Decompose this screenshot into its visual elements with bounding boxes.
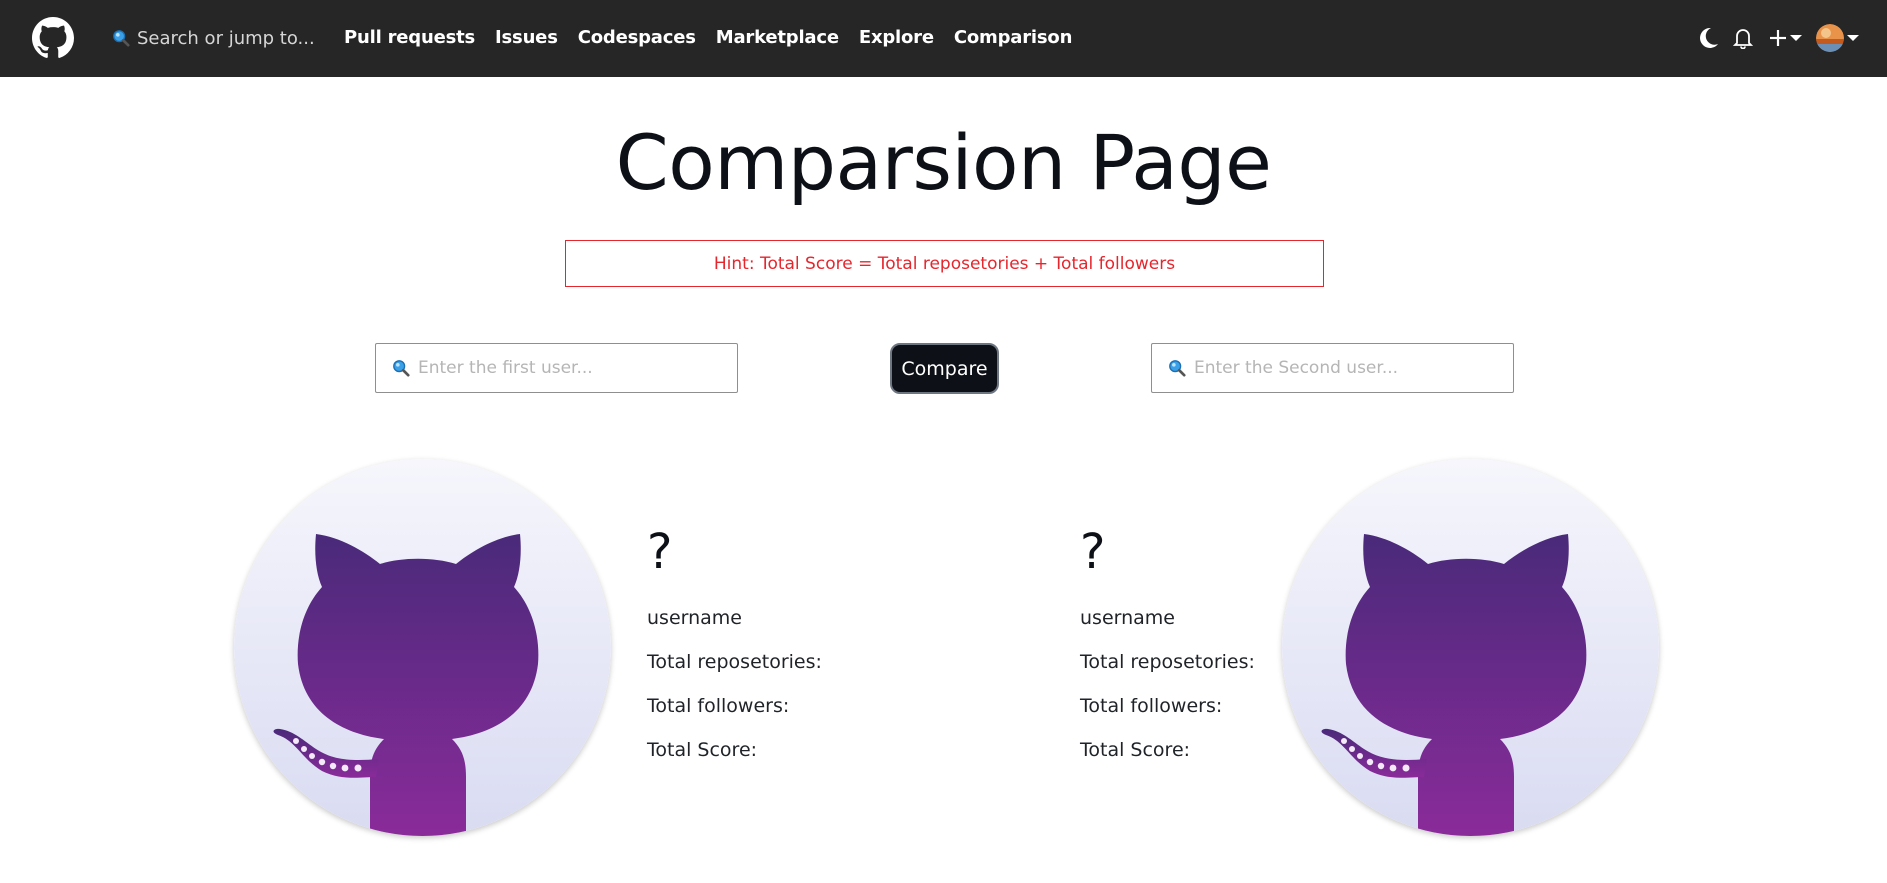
nav-comparison[interactable]: Comparison <box>954 24 1073 52</box>
second-user-name: ? <box>1080 524 1106 580</box>
theme-toggle-button[interactable] <box>1699 27 1733 49</box>
nav-pull-requests[interactable]: Pull requests <box>344 24 475 52</box>
chevron-down-icon <box>1790 35 1802 41</box>
first-user-info: ? username Total reposetories: Total fol… <box>647 522 822 772</box>
notifications-button[interactable] <box>1733 27 1769 49</box>
nav-codespaces[interactable]: Codespaces <box>578 24 696 52</box>
second-user-input[interactable] <box>1194 358 1494 378</box>
main-nav: Pull requests Issues Codespaces Marketpl… <box>344 24 1092 52</box>
first-user-avatar <box>234 459 611 836</box>
search-icon <box>113 30 130 47</box>
first-user-repos: Total reposetories: <box>647 651 822 673</box>
top-navbar: Search or jump to... Pull requests Issue… <box>0 0 1887 77</box>
first-user-input[interactable] <box>418 358 718 378</box>
compare-button[interactable]: Compare <box>890 343 999 394</box>
second-user-score: Total Score: <box>1080 739 1191 761</box>
create-new-dropdown[interactable] <box>1769 29 1802 47</box>
bell-icon <box>1733 29 1753 49</box>
search-icon <box>393 360 410 377</box>
second-user-followers: Total followers: <box>1080 695 1223 717</box>
header-search-placeholder: Search or jump to... <box>137 27 315 49</box>
first-user-name: ? <box>647 524 673 580</box>
header-search[interactable]: Search or jump to... <box>112 24 315 52</box>
first-user-followers: Total followers: <box>647 695 790 717</box>
plus-icon <box>1770 30 1786 46</box>
second-user-info: ? username Total reposetories: Total fol… <box>1080 522 1255 772</box>
github-logo-icon[interactable] <box>32 17 74 59</box>
page-title: Comparsion Page <box>615 118 1272 207</box>
nav-issues[interactable]: Issues <box>495 24 558 52</box>
second-user-avatar <box>1282 459 1659 836</box>
search-icon <box>1169 360 1186 377</box>
header-actions <box>1699 22 1859 54</box>
second-user-repos: Total reposetories: <box>1080 651 1255 673</box>
nav-explore[interactable]: Explore <box>859 24 934 52</box>
chevron-down-icon <box>1847 35 1859 41</box>
hint-text: Hint: Total Score = Total reposetories +… <box>713 253 1176 274</box>
first-user-field[interactable] <box>375 343 738 393</box>
second-user-username: username <box>1080 607 1175 629</box>
first-user-score: Total Score: <box>647 739 758 761</box>
hint-box: Hint: Total Score = Total reposetories +… <box>565 240 1324 287</box>
moon-icon <box>1700 27 1718 48</box>
user-menu-dropdown[interactable] <box>1816 24 1859 52</box>
avatar <box>1816 24 1844 52</box>
first-user-username: username <box>647 607 742 629</box>
nav-marketplace[interactable]: Marketplace <box>716 24 839 52</box>
second-user-field[interactable] <box>1151 343 1514 393</box>
